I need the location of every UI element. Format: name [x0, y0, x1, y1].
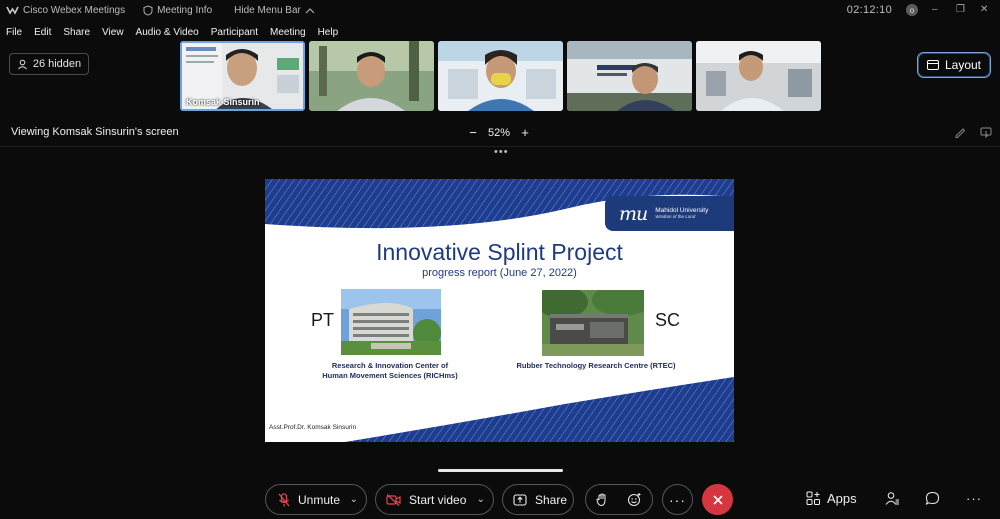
menu-participant[interactable]: Participant: [211, 27, 258, 38]
more-panels-icon[interactable]: ···: [966, 491, 982, 506]
hidden-participants-button[interactable]: 26 hidden: [9, 53, 89, 75]
end-call-button[interactable]: [702, 484, 733, 515]
participant-name: Komsak Sinsurin: [186, 97, 260, 107]
zoom-out-button[interactable]: −: [468, 125, 478, 140]
close-icon: [712, 494, 723, 505]
participant-video-image: [438, 41, 563, 111]
menu-audio-video[interactable]: Audio & Video: [136, 27, 199, 38]
chevron-up-icon: [305, 7, 315, 13]
richms-caption: Research & Innovation Center of Human Mo…: [310, 361, 470, 381]
chat-icon[interactable]: [925, 491, 940, 509]
person-icon: [17, 59, 27, 69]
unmute-label: Unmute: [298, 492, 341, 507]
slide-title: Innovative Splint Project: [376, 239, 623, 265]
meeting-clock: 02:12:10: [846, 4, 892, 16]
video-off-icon: [386, 493, 401, 506]
richms-caption-line-1: Research & Innovation Center of: [331, 361, 449, 370]
minimize-icon[interactable]: –: [932, 5, 942, 15]
layout-icon: [926, 60, 939, 70]
share-icon: [513, 493, 527, 506]
participant-video-image: [567, 41, 692, 111]
apps-button[interactable]: Apps: [806, 491, 857, 506]
drag-handle-icon[interactable]: •••: [494, 146, 509, 158]
participant-video[interactable]: Komsak Sinsurin: [180, 41, 305, 111]
slide-author: Asst.Prof.Dr. Komsak Sinsurin: [269, 424, 357, 431]
close-icon[interactable]: ✕: [980, 5, 990, 15]
layout-label: Layout: [944, 58, 982, 72]
menu-edit[interactable]: Edit: [34, 27, 51, 38]
menu-bar: File Edit Share View Audio & Video Parti…: [0, 23, 344, 41]
chevron-down-icon[interactable]: ⌄: [477, 494, 485, 505]
hide-menu-label: Hide Menu Bar: [234, 4, 301, 16]
layout-button[interactable]: Layout: [917, 52, 991, 78]
emoji-reaction-icon[interactable]: [627, 492, 642, 507]
meeting-info-label: Meeting Info: [157, 4, 213, 16]
webex-logo-icon: [6, 6, 19, 15]
menu-share[interactable]: Share: [63, 27, 90, 38]
apps-icon: [806, 491, 820, 505]
request-control-icon[interactable]: [980, 125, 992, 139]
annotate-icon[interactable]: [954, 125, 966, 138]
scroll-handle[interactable]: [438, 469, 563, 472]
menu-view[interactable]: View: [102, 27, 124, 38]
chevron-down-icon[interactable]: ⌄: [350, 494, 358, 505]
viewing-label: Viewing Komsak Sinsurin's screen: [11, 126, 179, 138]
raise-hand-icon[interactable]: [596, 492, 608, 507]
shield-icon: [143, 4, 153, 16]
share-button[interactable]: Share: [502, 484, 574, 515]
pt-label: PT: [311, 310, 335, 330]
title-bar: Cisco Webex Meetings Meeting Info Hide M…: [0, 0, 1000, 20]
status-badge[interactable]: o: [906, 4, 918, 16]
zoom-level: 52%: [488, 126, 511, 139]
richms-building-photo: [341, 289, 441, 355]
shared-screen-slide: mu Mahidol University Wisdom of the Land…: [265, 179, 734, 442]
zoom-control: − 52% +: [468, 125, 530, 140]
menu-meeting[interactable]: Meeting: [270, 27, 306, 38]
rtec-building-photo: [542, 290, 644, 356]
richms-caption-line-2: Human Movement Sciences (RICHms): [322, 371, 458, 381]
apps-label: Apps: [827, 491, 857, 506]
sc-label: SC: [655, 310, 681, 330]
participant-video[interactable]: [696, 41, 821, 111]
share-label: Share: [535, 492, 568, 507]
participant-video[interactable]: [309, 41, 434, 111]
participants-icon[interactable]: [885, 491, 900, 509]
participant-video-image: [309, 41, 434, 111]
app-name: Cisco Webex Meetings: [23, 4, 126, 16]
zoom-in-button[interactable]: +: [520, 125, 530, 140]
meeting-info-button[interactable]: Meeting Info: [143, 5, 212, 16]
more-options-button[interactable]: ···: [662, 484, 693, 515]
slide-subtitle: progress report (June 27, 2022): [422, 267, 577, 279]
menu-help[interactable]: Help: [318, 27, 339, 38]
participant-video[interactable]: [567, 41, 692, 111]
participant-video-image: [696, 41, 821, 111]
muted-microphone-icon: [278, 492, 290, 506]
university-logo-badge: mu Mahidol University Wisdom of the Land: [605, 196, 734, 231]
participant-strip: Komsak Sinsurin: [180, 41, 821, 111]
hide-menu-bar-button[interactable]: Hide Menu Bar: [234, 5, 315, 16]
unmute-button[interactable]: Unmute ⌄: [265, 484, 367, 515]
participant-video[interactable]: [438, 41, 563, 111]
university-logo: mu: [619, 202, 648, 225]
app-title: Cisco Webex Meetings: [6, 5, 125, 16]
rtec-caption: Rubber Technology Research Centre (RTEC): [516, 361, 676, 370]
hidden-count: 26 hidden: [32, 58, 82, 70]
reactions-group: [585, 484, 653, 515]
university-tagline: Wisdom of the Land: [655, 213, 696, 219]
start-video-label: Start video: [409, 492, 467, 507]
menu-file[interactable]: File: [6, 27, 22, 38]
restore-icon[interactable]: ❐: [956, 5, 966, 15]
start-video-button[interactable]: Start video ⌄: [375, 484, 494, 515]
